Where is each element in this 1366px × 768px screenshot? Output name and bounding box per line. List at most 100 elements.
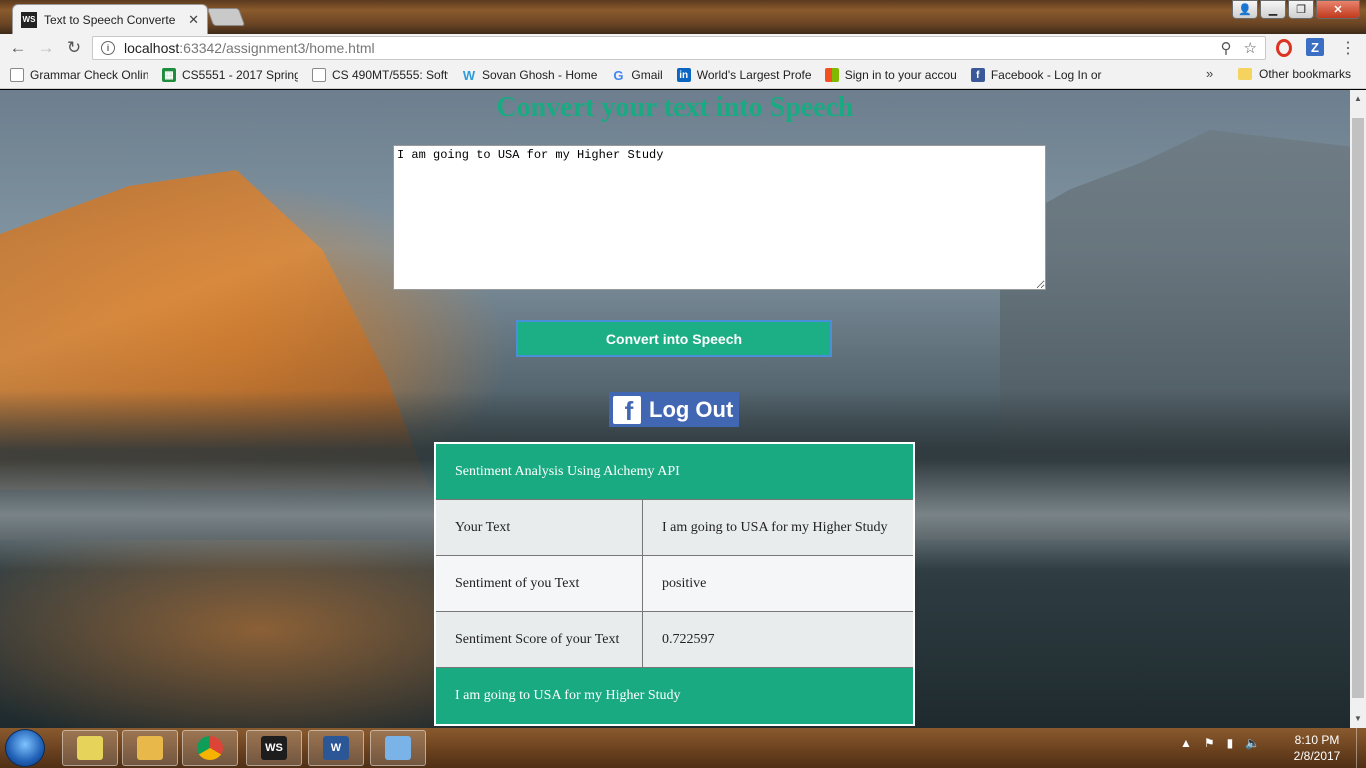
table-header: Sentiment Analysis Using Alchemy API: [455, 463, 680, 479]
bookmark-star-icon[interactable]: ☆: [1244, 39, 1257, 57]
site-info-icon[interactable]: i: [101, 41, 115, 55]
tab-close-icon[interactable]: ✕: [188, 12, 199, 28]
logout-label: Log Out: [649, 396, 734, 422]
window-controls: 👤 ▁ ❐ ✕: [1232, 0, 1360, 19]
table-row: Your Text I am going to USA for my Highe…: [436, 500, 913, 556]
table-header-row: Sentiment Analysis Using Alchemy API: [436, 444, 913, 500]
bookmark-item[interactable]: ▦ CS5551 - 2017 Spring: [162, 68, 298, 82]
row-label: Sentiment of you Text: [436, 556, 643, 611]
browser-menu-icon[interactable]: ⋮: [1340, 38, 1356, 58]
other-bookmarks-label: Other bookmarks: [1259, 67, 1352, 81]
url-host: localhost: [124, 40, 180, 56]
zoom-icon[interactable]: ⚲: [1221, 39, 1232, 57]
other-bookmarks-folder[interactable]: Other bookmarks: [1238, 67, 1351, 81]
folder-icon: [137, 736, 163, 760]
scrollbar-thumb[interactable]: [1352, 118, 1364, 698]
clock-date: 2/8/2017: [1293, 749, 1341, 763]
row-value: I am going to USA for my Higher Study: [662, 519, 888, 535]
more-bookmarks-button[interactable]: »: [1206, 66, 1213, 81]
page-scrollbar[interactable]: ▲ ▼: [1350, 90, 1366, 728]
facebook-logo-icon: f: [613, 395, 641, 424]
start-button[interactable]: [5, 729, 45, 767]
taskbar-sticky-notes[interactable]: [62, 730, 118, 766]
table-footer-row: I am going to USA for my Higher Study: [436, 668, 913, 724]
chrome-icon: [197, 736, 223, 760]
row-label: Your Text: [436, 500, 643, 555]
window-titlebar: WS Text to Speech Converte ✕ 👤 ▁ ❐ ✕: [0, 0, 1366, 34]
weebly-icon: W: [462, 67, 476, 83]
row-value: positive: [662, 575, 707, 591]
reload-icon[interactable]: ↻: [60, 38, 88, 58]
tab-title: Text to Speech Converte: [44, 12, 176, 27]
network-icon[interactable]: ▮: [1227, 736, 1234, 750]
bookmark-label: World's Largest Profe: [696, 68, 811, 82]
facebook-icon: f: [970, 68, 985, 82]
browser-toolbar: ← → ↻ i localhost :63342/assignment3/hom…: [0, 34, 1366, 62]
bookmark-label: Grammar Check Onlin: [30, 68, 148, 82]
bookmark-item[interactable]: f Facebook - Log In or S: [970, 68, 1103, 82]
show-hidden-icons-icon[interactable]: ▲: [1180, 736, 1192, 750]
taskbar-chrome[interactable]: [182, 730, 238, 766]
bookmark-label: CS 490MT/5555: Softw: [332, 68, 448, 82]
facebook-logout-button[interactable]: f Log Out: [609, 392, 739, 427]
table-footer: I am going to USA for my Higher Study: [455, 688, 681, 703]
bookmark-item[interactable]: W Sovan Ghosh - Home: [462, 67, 598, 83]
scroll-up-arrow-icon[interactable]: ▲: [1350, 94, 1366, 103]
minimize-button[interactable]: ▁: [1260, 0, 1286, 19]
system-clock[interactable]: 8:10 PM 2/8/2017: [1282, 732, 1352, 764]
bookmark-label: Gmail: [631, 68, 663, 82]
system-tray: ▲ ⚑ ▮ 🔈: [1180, 736, 1260, 750]
bookmark-item[interactable]: CS 490MT/5555: Softw: [312, 68, 448, 82]
address-bar[interactable]: i localhost :63342/assignment3/home.html…: [92, 36, 1266, 60]
speech-text-input[interactable]: [393, 145, 1046, 290]
zotero-extension-icon[interactable]: Z: [1306, 38, 1324, 56]
sticky-notes-icon: [77, 736, 103, 760]
page-viewport: Convert your text into Speech Convert in…: [0, 90, 1350, 728]
paint-icon: [385, 736, 411, 760]
scroll-down-arrow-icon[interactable]: ▼: [1350, 714, 1366, 723]
table-row: Sentiment of you Text positive: [436, 556, 913, 612]
user-icon[interactable]: 👤: [1232, 0, 1258, 19]
bookmark-item[interactable]: Sign in to your accou: [824, 68, 957, 82]
bookmarks-bar: Grammar Check Onlin ▦ CS5551 - 2017 Spri…: [0, 62, 1366, 89]
windows-taskbar: WS W ▲ ⚑ ▮ 🔈 8:10 PM 2/8/2017: [0, 728, 1366, 768]
folder-icon: [1238, 68, 1252, 80]
row-label: Sentiment Score of your Text: [436, 612, 643, 667]
close-window-button[interactable]: ✕: [1316, 0, 1360, 19]
bookmark-item[interactable]: G Gmail: [611, 67, 663, 83]
bookmark-label: Sovan Ghosh - Home: [482, 68, 598, 82]
volume-icon[interactable]: 🔈: [1245, 736, 1260, 750]
webstorm-favicon-icon: WS: [21, 11, 37, 28]
page-icon: [10, 68, 24, 82]
taskbar-word[interactable]: W: [308, 730, 364, 766]
bookmark-label: CS5551 - 2017 Spring: [182, 68, 298, 82]
url-path: :63342/assignment3/home.html: [179, 40, 375, 56]
back-arrow-icon[interactable]: ←: [4, 38, 32, 58]
bookmark-item[interactable]: in World's Largest Profe: [676, 68, 811, 82]
forward-arrow-icon[interactable]: →: [32, 38, 60, 58]
page-title: Convert your text into Speech: [496, 92, 854, 123]
maximize-button[interactable]: ❐: [1288, 0, 1314, 19]
bookmark-item[interactable]: Grammar Check Onlin: [10, 68, 148, 82]
sentiment-result-table: Sentiment Analysis Using Alchemy API You…: [434, 442, 915, 726]
linkedin-icon: in: [676, 68, 691, 82]
word-icon: W: [323, 736, 349, 760]
tab-active[interactable]: WS Text to Speech Converte ✕: [12, 4, 208, 34]
taskbar-file-explorer[interactable]: [122, 730, 178, 766]
bookmark-label: Facebook - Log In or S: [990, 68, 1103, 82]
show-desktop-button[interactable]: [1356, 728, 1366, 768]
taskbar-webstorm[interactable]: WS: [246, 730, 302, 766]
page-icon: [312, 68, 326, 82]
google-icon: G: [613, 67, 624, 83]
opera-extension-icon[interactable]: [1276, 39, 1292, 57]
action-center-icon[interactable]: ⚑: [1204, 736, 1215, 750]
taskbar-paint[interactable]: [370, 730, 426, 766]
row-value: 0.722597: [662, 631, 715, 647]
convert-into-speech-button[interactable]: Convert into Speech: [516, 320, 832, 357]
table-row: Sentiment Score of your Text 0.722597: [436, 612, 913, 668]
webstorm-icon: WS: [261, 736, 287, 760]
clock-time: 8:10 PM: [1294, 733, 1340, 747]
new-tab-button[interactable]: [206, 8, 246, 26]
sheets-icon: ▦: [162, 68, 176, 82]
microsoft-icon: [824, 68, 839, 82]
